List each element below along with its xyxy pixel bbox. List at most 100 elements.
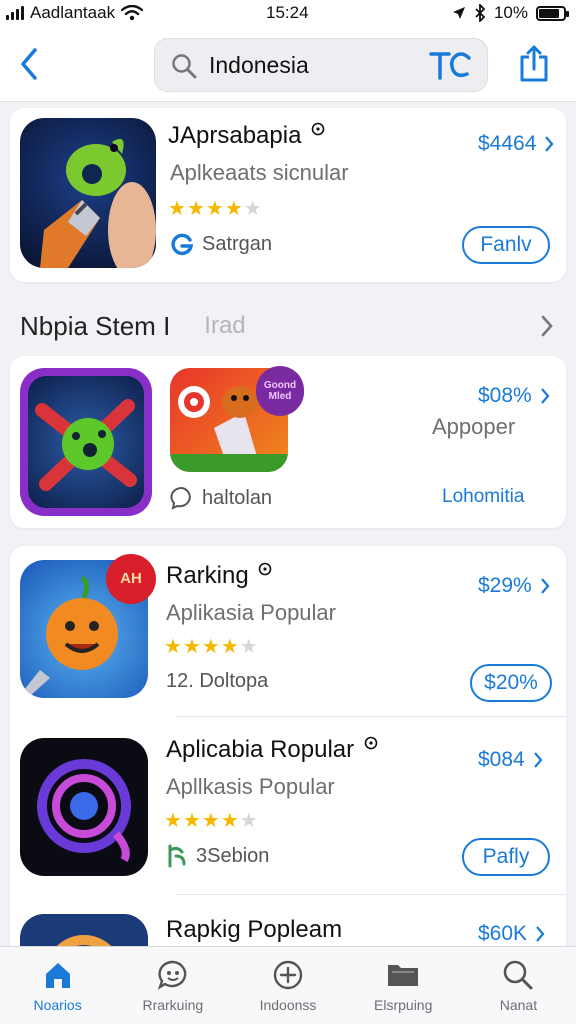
tab-ranking[interactable]: Rrarkuing <box>115 947 230 1024</box>
signal-icon <box>6 6 24 20</box>
chevron-right-icon <box>536 926 545 942</box>
star-rating: ★★★★★ <box>168 196 263 221</box>
tab-add[interactable]: Indoonss <box>230 947 345 1024</box>
tab-label: Indoonss <box>259 997 317 1013</box>
star-icon: ★ <box>224 198 244 220</box>
price-link[interactable]: $29% <box>478 574 550 598</box>
bluetooth-icon <box>475 4 486 22</box>
star-icon: ★ <box>186 198 206 220</box>
tab-home[interactable]: Noarios <box>0 947 115 1024</box>
buy-button[interactable]: $20% <box>470 664 552 702</box>
app-badge: AH <box>106 554 156 604</box>
divider <box>176 894 566 895</box>
navigation-bar <box>0 26 576 102</box>
divider <box>176 716 566 717</box>
promo-badge-line-2: Mled <box>268 391 292 402</box>
star-icon: ★ <box>201 810 221 832</box>
price-label: $29% <box>478 574 532 597</box>
search-icon <box>504 960 533 990</box>
list-item[interactable]: AH Rarking Aplikasia Popular ★★★★★ 12. D… <box>10 546 566 716</box>
tab-label: Rrarkuing <box>142 997 204 1013</box>
search-bar[interactable] <box>154 38 488 92</box>
star-icon: ★ <box>220 636 240 658</box>
wifi-icon <box>121 5 144 21</box>
star-icon: ★ <box>220 810 240 832</box>
star-rating: ★★★★★ <box>164 808 259 833</box>
price-link[interactable]: $60K <box>478 922 545 946</box>
promo-badge: Goond Mled <box>256 366 304 416</box>
registered-icon <box>311 122 325 136</box>
price-link[interactable]: $08% <box>478 384 550 408</box>
chat-face-icon <box>157 960 187 990</box>
featured-app-card[interactable]: JAprsabapia Aplkeaats sicnular ★★★★★ Sat… <box>10 108 566 282</box>
star-icon: ★ <box>239 810 259 832</box>
app-subtitle: Aplkeaats sicnular <box>170 160 349 185</box>
chevron-right-icon <box>545 136 554 152</box>
tab-label: Noarios <box>33 997 82 1013</box>
app-title: Aplicabia Ropular <box>166 736 378 764</box>
play-button[interactable]: Pafly <box>462 838 550 876</box>
registered-icon <box>364 736 378 750</box>
section-header: Nbpia Stem I Irad <box>20 306 560 346</box>
list-item[interactable]: Aplicabia Ropular Apllkasis Popular ★★★★… <box>10 718 566 892</box>
tab-search[interactable]: Nanat <box>461 947 576 1024</box>
tab-explore[interactable]: Elsrpuing <box>346 947 461 1024</box>
price-link[interactable]: $4464 <box>478 132 554 156</box>
search-input[interactable] <box>169 51 429 79</box>
status-left: Aadlantaak <box>6 3 144 23</box>
tab-label: Elsrpuing <box>374 997 433 1013</box>
chevron-right-icon <box>533 752 543 768</box>
star-icon: ★ <box>182 810 202 832</box>
group-subtitle: Appoper <box>432 414 516 439</box>
price-link[interactable]: $084 <box>478 748 543 772</box>
section-title: Nbpia Stem I <box>20 310 171 341</box>
app-subtitle: Apllkasis Popular <box>166 774 335 799</box>
price-label: $08% <box>478 384 532 407</box>
get-button[interactable]: Fanlv <box>462 226 550 264</box>
back-button[interactable] <box>14 44 44 84</box>
group-meta-label: haltolan <box>202 486 273 509</box>
star-icon: ★ <box>164 810 183 832</box>
see-all-button[interactable] <box>540 314 554 343</box>
promo-badge-line-1: Goond <box>263 380 297 391</box>
folder-icon <box>388 965 419 986</box>
clock: 15:24 <box>266 3 309 22</box>
chat-bubble-icon <box>170 487 191 510</box>
app-group-card[interactable]: Goond Mled $08% Appoper haltolan Lohomit… <box>10 356 566 528</box>
status-bar: Aadlantaak 15:24 10% <box>0 0 576 26</box>
carrier-name: Aadlantaak <box>30 3 116 22</box>
star-icon: ★ <box>243 198 263 220</box>
green-bird-pen-icon[interactable] <box>20 118 156 268</box>
developer-name: 3Sebion <box>196 844 270 867</box>
g-logo-icon <box>171 233 194 256</box>
share-icon <box>520 45 548 82</box>
search-icon <box>172 54 197 79</box>
registered-icon <box>259 562 272 576</box>
star-icon: ★ <box>201 636 221 658</box>
tab-bar: Noarios Rrarkuing Indoonss Elsrpuing Nan… <box>0 946 576 1024</box>
chevron-left-icon <box>21 48 37 80</box>
chevron-right-icon <box>540 578 550 594</box>
section-alt-label[interactable]: Irad <box>204 312 245 340</box>
share-button[interactable] <box>516 44 552 84</box>
group-link[interactable]: Lohomitia <box>442 486 524 508</box>
purple-swirl-icon[interactable] <box>20 738 148 876</box>
home-icon <box>45 963 70 988</box>
purple-game-icon[interactable] <box>20 368 152 516</box>
star-icon: ★ <box>168 198 187 220</box>
app-subtitle: Aplikasia Popular <box>166 600 336 625</box>
voice-translate-icon[interactable] <box>429 50 473 80</box>
app-title: Rapkig Popleam <box>166 916 343 943</box>
chevron-right-icon <box>540 388 550 404</box>
location-icon <box>452 7 465 19</box>
app-title: Rarking <box>166 562 272 590</box>
price-label: $60K <box>478 922 528 945</box>
star-icon: ★ <box>164 636 183 658</box>
star-icon: ★ <box>182 636 202 658</box>
status-right: 10% <box>452 3 569 23</box>
price-label: $084 <box>478 748 525 771</box>
developer-icon <box>168 844 186 868</box>
chevron-right-icon <box>541 315 553 337</box>
battery-icon <box>536 5 569 21</box>
plus-circle-icon <box>273 960 303 990</box>
